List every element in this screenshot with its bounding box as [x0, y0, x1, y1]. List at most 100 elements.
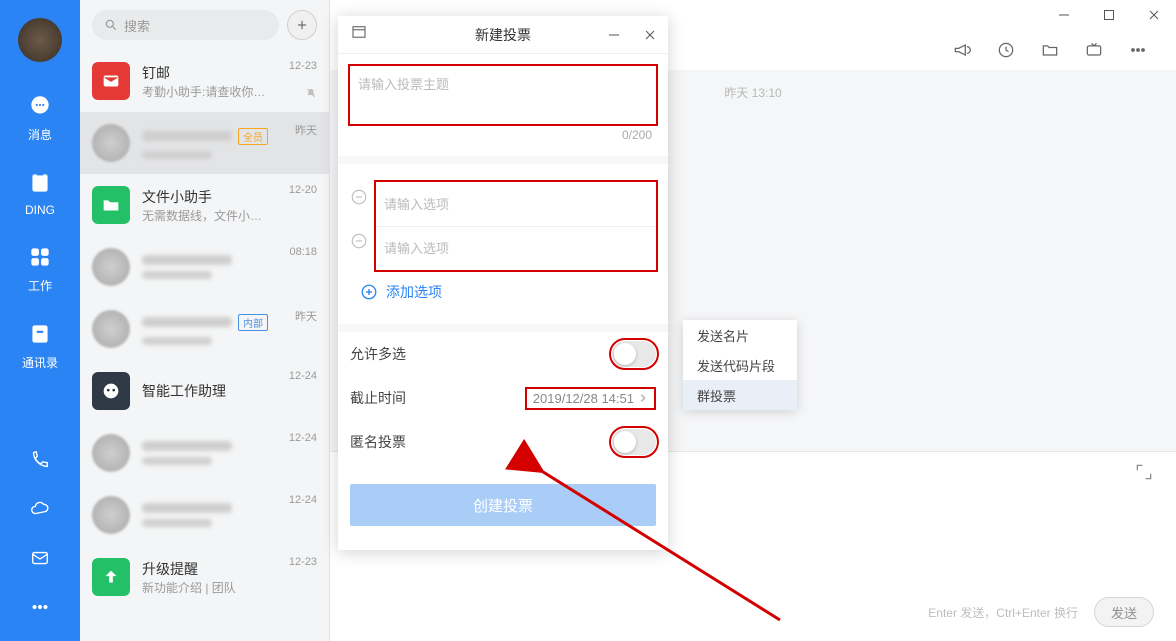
multi-select-toggle[interactable] [612, 341, 656, 367]
tv-icon[interactable] [1084, 40, 1104, 60]
chevron-right-icon [638, 393, 648, 403]
popup-item[interactable]: 群投票 [683, 380, 797, 410]
search-row: 搜索 [80, 0, 329, 50]
conv-time: 12-23 [289, 556, 317, 568]
rail-bottom [29, 449, 51, 641]
conv-title: 钉邮 [142, 63, 170, 83]
rail-item-messages[interactable]: 消息 [26, 92, 54, 143]
folder-icon[interactable] [1040, 40, 1060, 60]
avatar-blurred [92, 248, 130, 286]
conv-app-icon [92, 62, 130, 100]
avatar-blurred [92, 434, 130, 472]
anonymous-toggle[interactable] [612, 429, 656, 455]
more-icon[interactable] [29, 596, 51, 623]
multi-select-row: 允许多选 [338, 332, 668, 376]
conversation-item[interactable]: 内部 昨天 [80, 298, 329, 360]
deadline-picker[interactable]: 2019/12/28 14:51 [525, 387, 656, 410]
deadline-row: 截止时间 2019/12/28 14:51 [338, 376, 668, 420]
rail-label: 通讯录 [22, 354, 58, 371]
conv-time: 12-20 [289, 184, 317, 196]
conv-time: 12-23 [289, 60, 317, 72]
create-poll-button[interactable]: 创建投票 [350, 484, 656, 526]
conversation-list: 搜索 钉邮考勤小助手:请查收你…12-23全员昨天文件小助手无需数据线，文件小…… [80, 0, 330, 641]
avatar-blurred [92, 496, 130, 534]
search-placeholder: 搜索 [124, 16, 150, 35]
add-button[interactable] [287, 10, 317, 40]
nav-rail: 消息 DING 工作 通讯录 [0, 0, 80, 641]
conv-subtitle: 考勤小助手:请查收你… [142, 83, 317, 100]
avatar-blurred [92, 124, 130, 162]
conv-time: 12-24 [289, 370, 317, 382]
conv-subtitle: 新功能介绍 | 团队 [142, 579, 317, 596]
conv-tag: 内部 [238, 314, 268, 331]
conv-time: 昨天 [295, 122, 317, 138]
poll-topic-input[interactable]: 请输入投票主题 [348, 64, 658, 126]
mute-icon [305, 86, 317, 104]
avatar[interactable] [18, 18, 62, 62]
message-icon [26, 92, 54, 120]
modal-title: 新建投票 [475, 25, 531, 45]
work-icon [26, 243, 54, 271]
modal-minimize[interactable] [596, 16, 632, 54]
context-popup: 发送名片发送代码片段群投票 [683, 320, 797, 410]
conversation-item[interactable]: 文件小助手无需数据线，文件小… 12-20 [80, 174, 329, 236]
conv-tag: 全员 [238, 128, 268, 145]
ding-icon [26, 169, 54, 197]
rail-item-work[interactable]: 工作 [26, 243, 54, 294]
conv-time: 昨天 [295, 308, 317, 324]
rail-label: DING [25, 203, 55, 217]
modal-header: 新建投票 [338, 16, 668, 54]
conv-title: 升级提醒 [142, 559, 198, 579]
poll-option-input[interactable] [384, 241, 648, 256]
modal-app-icon [350, 23, 368, 46]
poll-option-row [376, 226, 656, 270]
poll-modal: 新建投票 请输入投票主题 0/200 [338, 16, 668, 550]
search-icon [104, 18, 118, 32]
poll-option-input[interactable] [384, 197, 648, 212]
conversation-item[interactable]: 升级提醒新功能介绍 | 团队 12-23 [80, 546, 329, 608]
conv-time: 12-24 [289, 432, 317, 444]
send-button[interactable]: 发送 [1094, 597, 1154, 627]
announce-icon[interactable] [952, 40, 972, 60]
avatar-blurred [92, 310, 130, 348]
conversation-item[interactable]: 智能工作助理 12-24 [80, 360, 329, 422]
conversation-item[interactable]: 全员 昨天 [80, 112, 329, 174]
conversation-item[interactable]: 08:18 [80, 236, 329, 298]
more-horiz-icon[interactable] [1128, 40, 1148, 60]
conv-subtitle: 无需数据线，文件小… [142, 207, 317, 224]
conversation-item[interactable]: 钉邮考勤小助手:请查收你… 12-23 [80, 50, 329, 112]
rail-label: 消息 [28, 126, 52, 143]
expand-icon[interactable] [1134, 462, 1154, 482]
conv-app-icon [92, 186, 130, 224]
char-counter: 0/200 [348, 126, 658, 152]
add-option-button[interactable]: 添加选项 [348, 272, 658, 314]
search-input[interactable]: 搜索 [92, 10, 279, 40]
cloud-icon[interactable] [29, 498, 51, 525]
popup-item[interactable]: 发送名片 [683, 320, 797, 350]
contacts-icon [26, 320, 54, 348]
conv-title: 文件小助手 [142, 187, 212, 207]
conversation-item[interactable]: 12-24 [80, 422, 329, 484]
phone-icon[interactable] [29, 449, 51, 476]
remove-option-icon[interactable] [350, 188, 368, 206]
conv-time: 12-24 [289, 494, 317, 506]
win-close[interactable] [1131, 0, 1176, 30]
conv-title: 智能工作助理 [142, 381, 226, 401]
remove-option-icon[interactable] [350, 232, 368, 250]
modal-close[interactable] [632, 16, 668, 54]
mail-icon[interactable] [29, 547, 51, 574]
rail-item-ding[interactable]: DING [25, 169, 55, 217]
anonymous-row: 匿名投票 [338, 420, 668, 464]
history-icon[interactable] [996, 40, 1016, 60]
window-controls [1041, 0, 1176, 30]
conv-app-icon [92, 558, 130, 596]
conv-app-icon [92, 372, 130, 410]
rail-item-contacts[interactable]: 通讯录 [22, 320, 58, 371]
conv-time: 08:18 [289, 246, 317, 258]
rail-label: 工作 [28, 277, 52, 294]
conversation-item[interactable]: 12-24 [80, 484, 329, 546]
win-minimize[interactable] [1041, 0, 1086, 30]
win-maximize[interactable] [1086, 0, 1131, 30]
popup-item[interactable]: 发送代码片段 [683, 350, 797, 380]
poll-option-row [376, 182, 656, 226]
